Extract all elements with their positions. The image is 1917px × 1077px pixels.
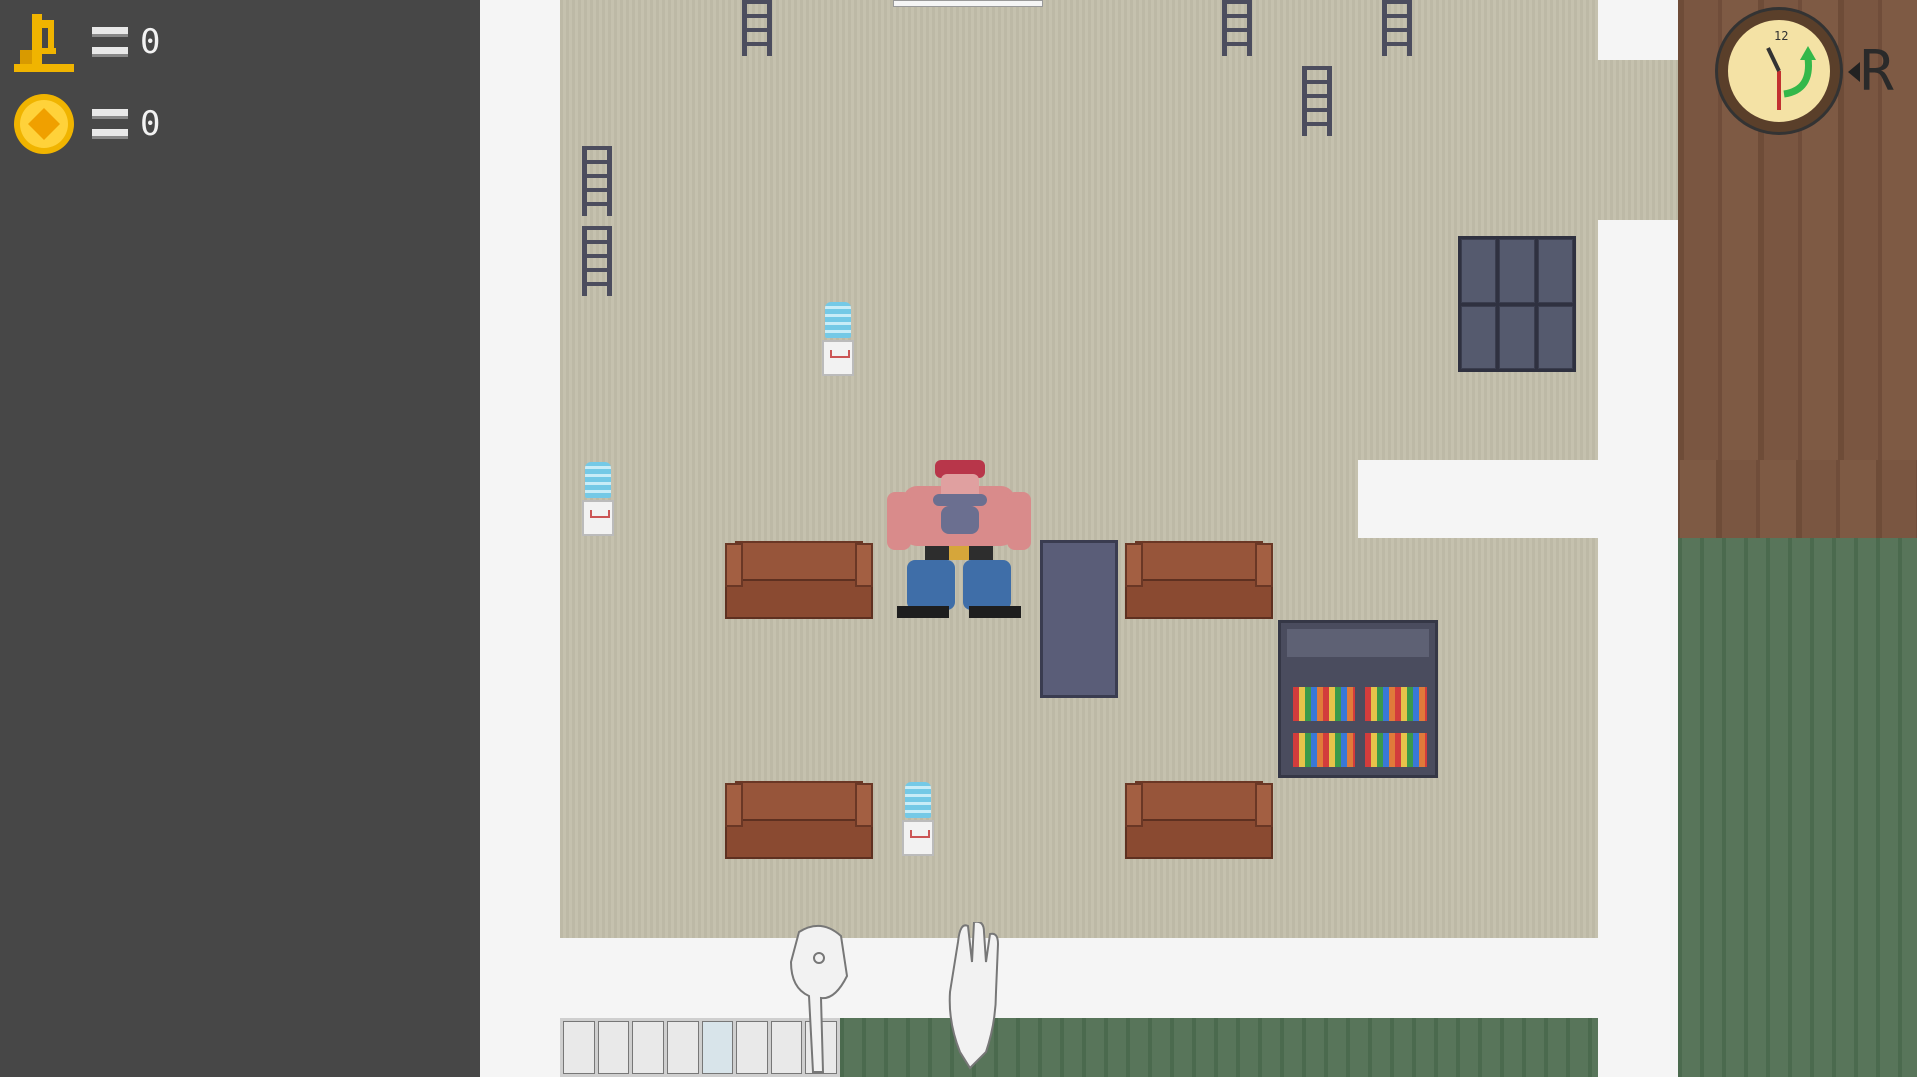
- tool-count: 0: [140, 22, 161, 62]
- coin-count: 0: [140, 104, 161, 144]
- game-map: 12 R: [480, 0, 1917, 1077]
- clock-icon: 12: [1718, 10, 1840, 132]
- door-top: [893, 0, 1043, 7]
- lockers[interactable]: [1458, 236, 1576, 372]
- clock-face: 12: [1766, 29, 1816, 110]
- table: [1040, 540, 1118, 698]
- clock-key-hint: R: [1848, 44, 1894, 100]
- water-cooler[interactable]: [582, 462, 614, 536]
- arrow-left-icon: [1848, 62, 1860, 82]
- ladder: [582, 146, 612, 216]
- player-character: [887, 460, 1031, 618]
- equals-sign: [92, 109, 128, 139]
- books: [1293, 687, 1355, 721]
- shelf-top: [1287, 629, 1429, 657]
- left-hand-icon: [789, 925, 849, 1073]
- books: [1365, 687, 1427, 721]
- couch: [1125, 541, 1273, 619]
- wood-floor: [1636, 460, 1917, 538]
- couch: [725, 541, 873, 619]
- water-cooler[interactable]: [902, 782, 934, 856]
- books: [1293, 733, 1355, 767]
- wall: [1598, 460, 1678, 538]
- ladder: [582, 226, 612, 296]
- water-cooler[interactable]: [822, 302, 854, 376]
- key-label: R: [1860, 39, 1894, 104]
- tool-counter: 0: [10, 10, 160, 74]
- ladder: [1302, 66, 1332, 136]
- svg-text:12: 12: [1774, 29, 1788, 43]
- wall: [1358, 460, 1636, 538]
- books: [1365, 733, 1427, 767]
- ladder: [1382, 0, 1412, 56]
- equals-sign: [92, 27, 128, 57]
- tool-icon: [14, 14, 74, 72]
- doorway-floor: [1598, 60, 1678, 220]
- hud-panel: 0 0: [0, 0, 480, 1077]
- coin-icon: [14, 94, 74, 154]
- grass: [1678, 538, 1917, 1077]
- right-hand-icon: [948, 922, 1000, 1070]
- couch: [1125, 781, 1273, 859]
- ladder: [1222, 0, 1252, 56]
- couch: [725, 781, 873, 859]
- wall: [1598, 0, 1678, 60]
- bookshelf[interactable]: [1278, 620, 1438, 778]
- ladder: [742, 0, 772, 56]
- coin-counter: 0: [10, 92, 160, 156]
